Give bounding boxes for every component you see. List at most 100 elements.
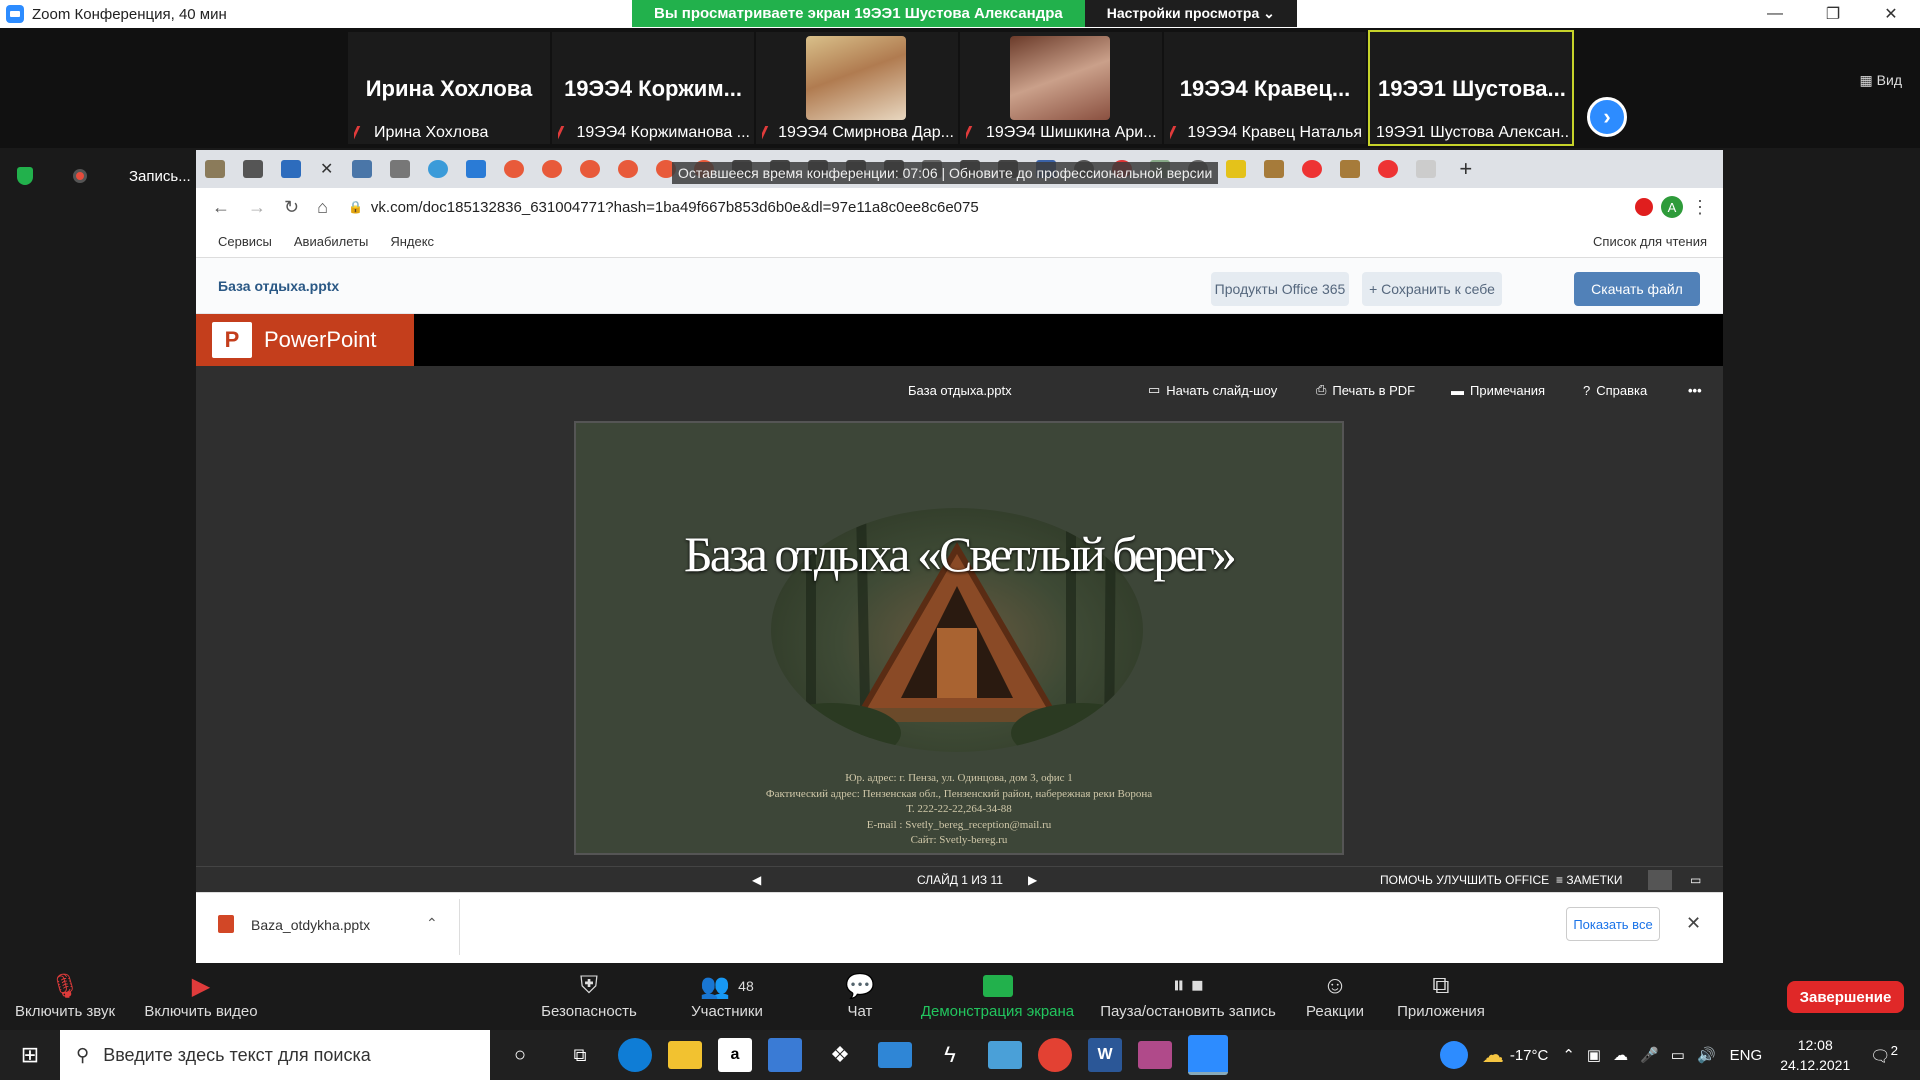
- tab-icon[interactable]: [428, 160, 449, 178]
- chevron-up-icon[interactable]: ⌃: [426, 915, 438, 932]
- restore-icon[interactable]: ❐: [1804, 0, 1862, 28]
- slideshow-view-icon[interactable]: ▭: [1690, 873, 1701, 887]
- chrome-icon[interactable]: [1038, 1038, 1072, 1072]
- tab-icon[interactable]: [618, 160, 639, 178]
- edge-icon[interactable]: [618, 1038, 652, 1072]
- save-to-profile-button[interactable]: + Сохранить к себе: [1362, 272, 1502, 306]
- view-button[interactable]: ▦ Вид: [1860, 72, 1902, 89]
- opera-icon[interactable]: [1635, 198, 1653, 216]
- volume-icon[interactable]: 🔊: [1697, 1046, 1716, 1064]
- notes-toggle[interactable]: ≡ ЗАМЕТКИ: [1556, 873, 1623, 887]
- security-button[interactable]: ⛨ Безопасность: [524, 969, 654, 1020]
- weather-icon[interactable]: ☁: [1482, 1042, 1504, 1068]
- bookmark-services[interactable]: Сервисы: [218, 234, 272, 249]
- tab-icon[interactable]: [504, 160, 525, 178]
- profile-avatar[interactable]: A: [1661, 196, 1683, 218]
- tab-icon[interactable]: [205, 160, 225, 178]
- amazon-icon[interactable]: a: [718, 1038, 752, 1072]
- new-tab-icon[interactable]: +: [1459, 156, 1472, 182]
- stop-icon[interactable]: [281, 160, 301, 178]
- tab-icon[interactable]: [1416, 160, 1437, 178]
- apps-button[interactable]: ⧉ Приложения: [1376, 969, 1506, 1020]
- office-products-button[interactable]: Продукты Office 365: [1211, 272, 1349, 306]
- notifications-icon[interactable]: 🗨2: [1870, 1043, 1898, 1066]
- unmute-button[interactable]: 🎙 Включить звук: [0, 969, 130, 1021]
- menu-icon[interactable]: ⋮: [1691, 197, 1709, 218]
- temperature[interactable]: -17°C: [1510, 1047, 1549, 1064]
- tab-icon[interactable]: [1264, 160, 1285, 178]
- onedrive-icon[interactable]: ☁: [1613, 1046, 1628, 1064]
- taskbar-search[interactable]: ⚲ Введите здесь текст для поиска: [60, 1030, 490, 1080]
- mic-muted-icon: [966, 126, 980, 140]
- participant-tile-active[interactable]: 19ЭЭ1 Шустова... 19ЭЭ1 Шустова Алексан..…: [1368, 30, 1574, 146]
- lock-icon[interactable]: 🔒: [348, 200, 363, 214]
- share-screen-button[interactable]: Демонстрация экрана: [910, 969, 1085, 1020]
- winamp-icon[interactable]: ϟ: [928, 1035, 972, 1075]
- help-icon[interactable]: [1439, 1041, 1468, 1069]
- forward-icon[interactable]: →: [248, 197, 266, 218]
- file-explorer-icon[interactable]: [668, 1041, 702, 1069]
- start-button[interactable]: ⊞: [0, 1030, 60, 1080]
- yandex-icon[interactable]: [1302, 160, 1323, 178]
- notes-button[interactable]: ▬ Примечания: [1451, 366, 1545, 414]
- help-button[interactable]: ? Справка: [1583, 366, 1647, 414]
- reading-list[interactable]: Список для чтения: [1593, 234, 1707, 249]
- next-slide-icon[interactable]: ▶: [1028, 873, 1037, 887]
- url-field[interactable]: vk.com/doc185132836_631004771?hash=1ba49…: [371, 199, 979, 216]
- tab-icon[interactable]: [542, 160, 563, 178]
- dropbox-icon[interactable]: ❖: [818, 1035, 862, 1075]
- print-pdf-button[interactable]: ⎙ Печать в PDF: [1316, 366, 1415, 414]
- cortana-icon[interactable]: ○: [498, 1035, 542, 1075]
- mic-icon[interactable]: 🎤: [1640, 1046, 1659, 1064]
- chevron-up-icon[interactable]: ⌃: [1562, 1046, 1575, 1064]
- chat-button[interactable]: 💬 Чат: [795, 969, 925, 1021]
- pause-icon[interactable]: [243, 160, 263, 178]
- participant-tile[interactable]: 19ЭЭ4 Смирнова Дар...: [756, 32, 958, 144]
- participants-button[interactable]: 👥 48 Участники: [662, 969, 792, 1021]
- start-slideshow-button[interactable]: ▭ Начать слайд-шоу: [1148, 366, 1277, 414]
- mail-icon[interactable]: [878, 1042, 912, 1068]
- close-icon[interactable]: ✕: [1862, 0, 1920, 28]
- more-options-button[interactable]: •••: [1688, 366, 1702, 414]
- home-icon[interactable]: ⌂: [317, 197, 328, 218]
- yandex-icon[interactable]: [1378, 160, 1399, 178]
- show-all-button[interactable]: Показать все: [1566, 907, 1660, 941]
- word-icon[interactable]: W: [1088, 1038, 1122, 1072]
- participant-tile[interactable]: Ирина Хохлова Ирина Хохлова: [348, 32, 550, 144]
- reading-view-icon[interactable]: [1648, 870, 1672, 890]
- task-view-icon[interactable]: ⧉: [558, 1035, 602, 1075]
- view-settings-button[interactable]: Настройки просмотра ⌄: [1084, 0, 1297, 27]
- vk-icon[interactable]: [352, 160, 373, 178]
- zoom-taskbar-icon[interactable]: [1188, 1035, 1228, 1075]
- reload-icon[interactable]: ↻: [284, 197, 299, 218]
- close-tab-icon[interactable]: ✕: [320, 159, 333, 179]
- bookmark-yandex[interactable]: Яндекс: [390, 234, 434, 249]
- end-meeting-button[interactable]: Завершение: [1787, 981, 1904, 1013]
- participant-tile[interactable]: 19ЭЭ4 Кравец... 19ЭЭ4 Кравец Наталья: [1164, 32, 1366, 144]
- close-icon[interactable]: ✕: [1686, 913, 1701, 934]
- tab-icon[interactable]: [466, 160, 487, 178]
- device-icon[interactable]: ▣: [1587, 1046, 1601, 1064]
- participant-tile[interactable]: 19ЭЭ4 Коржим... 19ЭЭ4 Коржиманова ...: [552, 32, 754, 144]
- prev-slide-icon[interactable]: ◀: [752, 873, 761, 887]
- download-file-button[interactable]: Скачать файл: [1574, 272, 1700, 306]
- battery-icon[interactable]: ▭: [1671, 1046, 1685, 1064]
- participant-tile[interactable]: 19ЭЭ4 Шишкина Ари...: [960, 32, 1162, 144]
- tab-icon[interactable]: [1340, 160, 1361, 178]
- next-page-button[interactable]: ›: [1587, 97, 1627, 137]
- back-icon[interactable]: ←: [212, 197, 230, 218]
- minimize-icon[interactable]: —: [1746, 0, 1804, 28]
- app-icon[interactable]: [988, 1041, 1022, 1069]
- download-filename[interactable]: Baza_otdykha.pptx: [251, 917, 370, 933]
- clock[interactable]: 12:08 24.12.2021: [1780, 1035, 1850, 1075]
- tab-icon[interactable]: [580, 160, 601, 178]
- bookmark-flights[interactable]: Авиабилеты: [294, 234, 368, 249]
- tab-icon[interactable]: [1226, 160, 1247, 178]
- app-icon[interactable]: [1138, 1041, 1172, 1069]
- start-video-button[interactable]: ▶ Включить видео: [136, 969, 266, 1021]
- store-icon[interactable]: [768, 1038, 802, 1072]
- pause-record-button[interactable]: ⏸ ⏹ Пауза/остановить запись: [1093, 969, 1283, 1020]
- improve-office-link[interactable]: ПОМОЧЬ УЛУЧШИТЬ OFFICE: [1380, 873, 1549, 887]
- tab-icon[interactable]: [390, 160, 411, 178]
- language-indicator[interactable]: ENG: [1730, 1047, 1763, 1064]
